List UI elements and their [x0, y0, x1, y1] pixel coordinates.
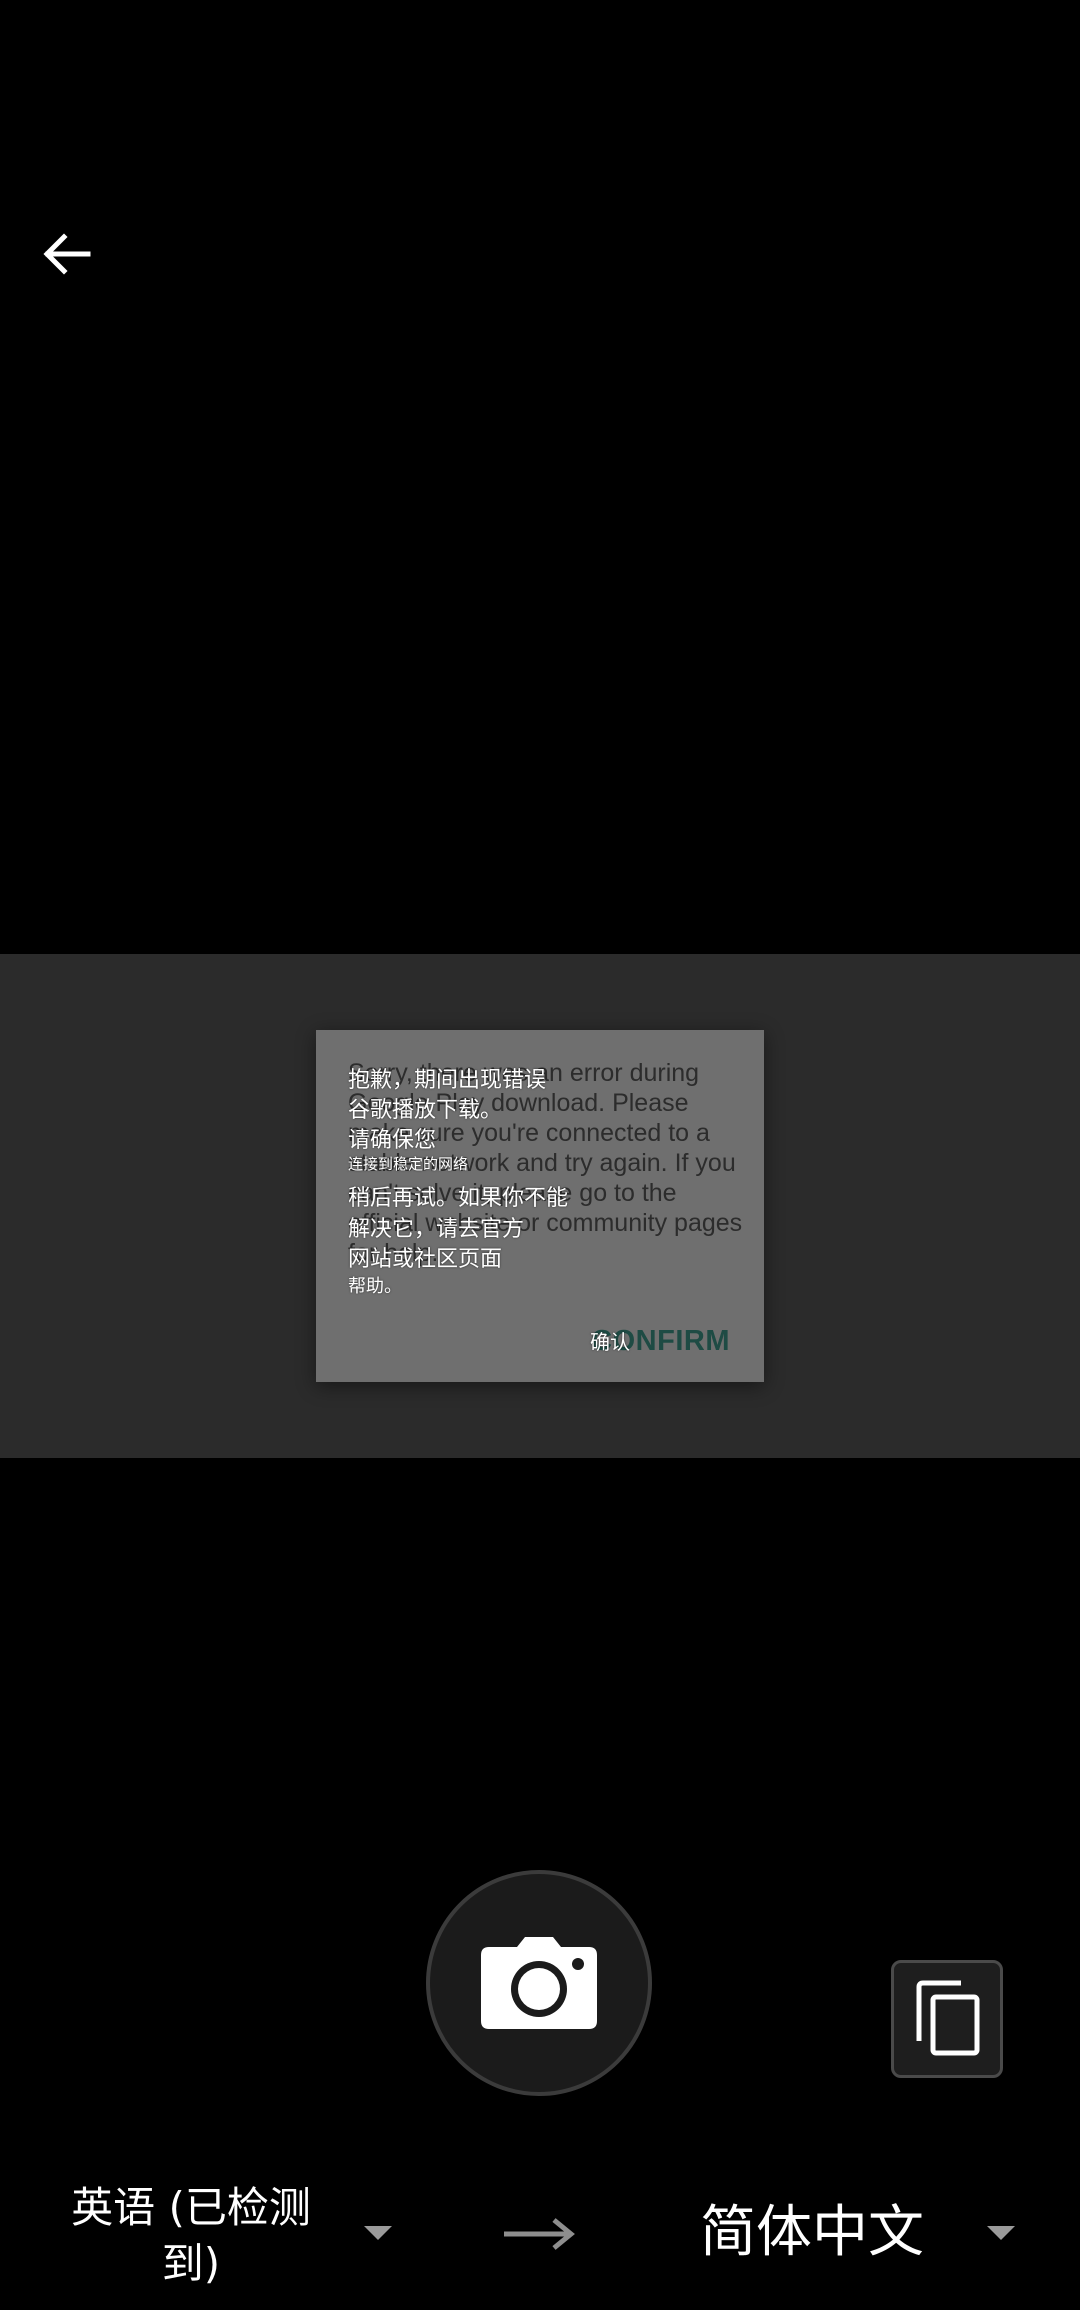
gallery-button[interactable] [891, 1960, 1003, 2078]
translated-line: 帮助。 [348, 1276, 402, 1297]
caret-down-icon[interactable] [362, 2224, 394, 2242]
translated-line: 谷歌播放下载。 [348, 1098, 503, 1123]
translated-line: 抱歉，期间出现错误 [348, 1068, 547, 1093]
camera-icon [481, 1937, 597, 2029]
translated-line: 稍后再试。如果你不能 [348, 1186, 569, 1211]
caret-down-icon[interactable] [985, 2224, 1017, 2242]
source-language-selector[interactable]: 英语 (已检测到) [56, 2180, 326, 2292]
camera-translate-screen: Sorry, there was an error during Google … [0, 0, 1080, 2310]
arrow-left-icon [43, 233, 91, 275]
arrow-right-icon [504, 2218, 575, 2250]
translated-confirm-label: 确认 [590, 1330, 630, 1354]
translated-line: 网站或社区页面 [348, 1247, 503, 1272]
translated-line: 解决它，请去官方 [348, 1217, 525, 1242]
translated-line: 请确保您 [348, 1128, 437, 1153]
language-bar: 英语 (已检测到) 简体中文 [0, 2180, 1080, 2310]
copy-pages-icon [916, 1980, 980, 2056]
captured-dialog: Sorry, there was an error during Google … [316, 1030, 764, 1382]
target-language-selector[interactable]: 简体中文 [700, 2198, 924, 2268]
back-button[interactable] [28, 216, 104, 292]
translated-line: 连接到稳定的网络 [348, 1155, 469, 1173]
shutter-button[interactable] [426, 1870, 652, 2096]
